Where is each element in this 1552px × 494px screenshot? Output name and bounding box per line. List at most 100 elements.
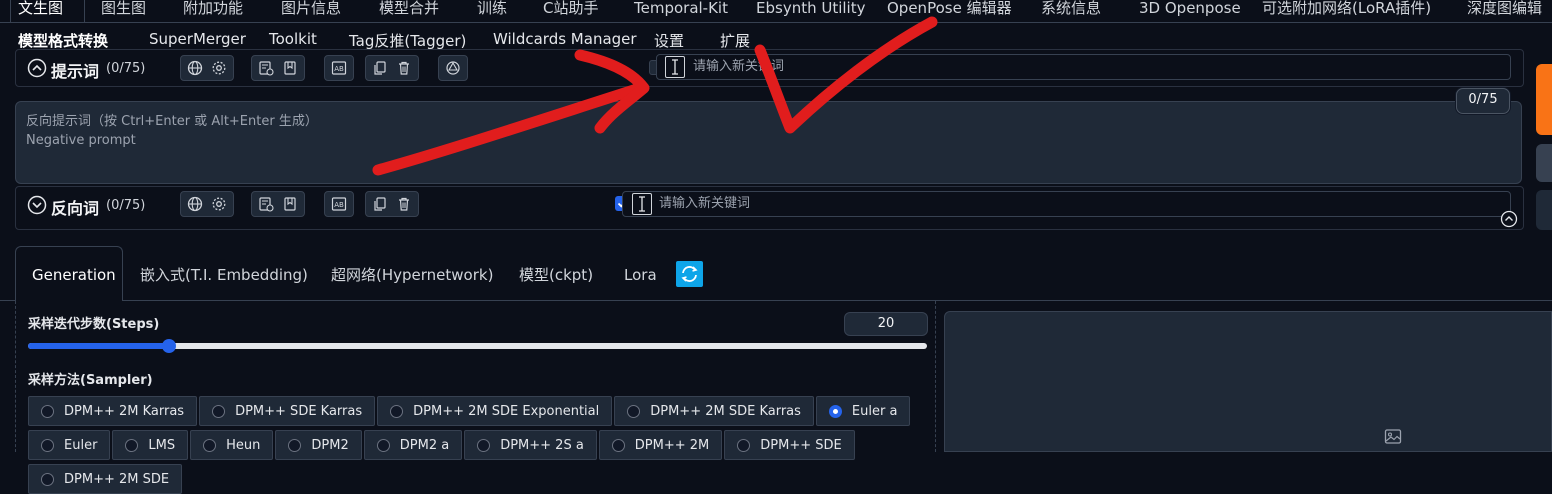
- chevron-up-icon: [27, 58, 47, 82]
- sampler-label: 采样方法(Sampler): [28, 373, 153, 388]
- sampler-option[interactable]: DPM++ 2M: [598, 430, 723, 460]
- tab-embedding[interactable]: 嵌入式(T.I. Embedding): [140, 262, 308, 288]
- tab-png-info[interactable]: 图片信息: [281, 0, 341, 22]
- negative-prompt-textarea[interactable]: 反向提示词（按 Ctrl+Enter 或 Alt+Enter 生成） Negat…: [15, 101, 1522, 184]
- sampler-option[interactable]: DPM++ 2S a: [464, 430, 597, 460]
- radio-icon[interactable]: [390, 404, 404, 418]
- bookmark-icon[interactable]: [282, 196, 298, 212]
- sampler-option[interactable]: DPM++ 2M SDE: [28, 464, 183, 494]
- radio-icon[interactable]: [737, 438, 751, 452]
- sampler-option[interactable]: DPM++ 2M Karras: [28, 396, 198, 426]
- tab-civitai-helper[interactable]: C站助手: [543, 0, 598, 22]
- tab-ebsynth-utility[interactable]: Ebsynth Utility: [756, 0, 865, 22]
- steps-value-input[interactable]: 20: [844, 312, 928, 336]
- tab-txt2img[interactable]: 文生图: [18, 0, 63, 22]
- radio-icon[interactable]: [41, 404, 54, 418]
- tab-img2img[interactable]: 图生图: [101, 0, 146, 22]
- openai-icon[interactable]: [445, 60, 461, 76]
- tab-hypernetwork[interactable]: 超网络(Hypernetwork): [331, 262, 493, 288]
- tab-train[interactable]: 训练: [477, 0, 507, 22]
- sampler-option[interactable]: Euler: [28, 430, 111, 460]
- steps-slider-thumb[interactable]: [162, 339, 177, 353]
- globe-icon[interactable]: [187, 60, 203, 76]
- tab-3d-openpose[interactable]: 3D Openpose: [1139, 0, 1241, 22]
- tab-supermerger[interactable]: SuperMerger: [149, 30, 246, 48]
- sampler-option-label: DPM2: [311, 437, 349, 453]
- radio-icon[interactable]: [41, 472, 54, 486]
- negative-token-counter: 0/75: [1456, 88, 1510, 114]
- prompt-header[interactable]: 提示词: [27, 58, 99, 82]
- sampler-option[interactable]: DPM2: [275, 430, 362, 460]
- side-action-button[interactable]: [1536, 144, 1552, 182]
- sampler-option[interactable]: Heun: [190, 430, 274, 460]
- tab-wildcards-manager[interactable]: Wildcards Manager: [493, 30, 637, 48]
- tab-settings[interactable]: 设置: [654, 30, 684, 51]
- copy-icon[interactable]: [372, 196, 388, 212]
- radio-icon[interactable]: [212, 404, 226, 418]
- radio-icon[interactable]: [611, 438, 625, 452]
- radio-icon[interactable]: [125, 438, 139, 452]
- translate-icon[interactable]: AB: [331, 60, 347, 76]
- radio-icon[interactable]: [627, 404, 641, 418]
- trash-icon[interactable]: [396, 196, 412, 212]
- tab-additional-networks[interactable]: 可选附加网络(LoRA插件): [1262, 0, 1431, 22]
- history-icon[interactable]: [258, 196, 274, 212]
- bookmark-icon[interactable]: [282, 60, 298, 76]
- sampler-option[interactable]: LMS: [112, 430, 189, 460]
- negative-header[interactable]: 反向词: [27, 195, 99, 219]
- steps-slider-fill: [28, 343, 170, 349]
- globe-icon[interactable]: [187, 196, 203, 212]
- sampler-option-label: Euler: [64, 437, 98, 453]
- sampler-option-label: DPM++ SDE Karras: [235, 403, 363, 419]
- radio-icon[interactable]: [828, 404, 842, 418]
- tab-tagger[interactable]: Tag反推(Tagger): [349, 30, 466, 51]
- tab-extras[interactable]: 附加功能: [183, 0, 243, 22]
- text-cursor-icon: [665, 56, 685, 78]
- sampler-option[interactable]: Euler a: [815, 396, 911, 426]
- generate-button[interactable]: [1536, 64, 1552, 135]
- sampler-option[interactable]: DPM++ SDE: [724, 430, 855, 460]
- radio-icon[interactable]: [477, 438, 491, 452]
- copy-icon[interactable]: [372, 60, 388, 76]
- steps-label: 采样迭代步数(Steps): [28, 317, 160, 332]
- side-action-button-2[interactable]: [1536, 190, 1552, 230]
- tab-openpose-editor[interactable]: OpenPose 编辑器: [887, 0, 1012, 22]
- negative-placeholder-line1: 反向提示词（按 Ctrl+Enter 或 Alt+Enter 生成）: [26, 114, 318, 129]
- translate-icon[interactable]: AB: [331, 196, 347, 212]
- tab-model-converter[interactable]: 模型格式转换: [18, 30, 108, 51]
- negative-tool-group-1: [180, 191, 234, 217]
- tab-temporal-kit[interactable]: Temporal-Kit: [634, 0, 728, 22]
- sampler-option[interactable]: DPM++ SDE Karras: [199, 396, 376, 426]
- gear-icon[interactable]: [211, 196, 227, 212]
- sampler-options: DPM++ 2M Karras DPM++ SDE Karras DPM++ 2M …: [28, 396, 928, 494]
- tab-lora[interactable]: Lora: [624, 262, 657, 288]
- prompt-keyword-input[interactable]: 请输入新关键词: [656, 54, 1511, 80]
- negative-keyword-input[interactable]: 请输入新关键词: [622, 191, 1511, 217]
- tab-checkpoint[interactable]: 模型(ckpt): [519, 262, 593, 288]
- tab-toolkit[interactable]: Toolkit: [269, 30, 317, 48]
- sampler-option[interactable]: DPM++ 2M SDE Exponential: [377, 396, 613, 426]
- radio-icon[interactable]: [203, 438, 217, 452]
- steps-slider-track[interactable]: [28, 339, 927, 353]
- prompt-tool-group-3: AB: [324, 55, 354, 81]
- history-icon[interactable]: [258, 60, 274, 76]
- radio-icon[interactable]: [41, 438, 54, 452]
- sampler-option[interactable]: DPM++ 2M SDE Karras: [614, 396, 814, 426]
- tab-checkpoint-merger[interactable]: 模型合并: [379, 0, 439, 22]
- sampler-option[interactable]: DPM2 a: [363, 430, 463, 460]
- gear-icon[interactable]: [211, 60, 227, 76]
- gen-tabs-divider: [0, 300, 1552, 301]
- tab-system-info[interactable]: 系统信息: [1041, 0, 1101, 22]
- tab-generation[interactable]: Generation: [32, 262, 116, 288]
- radio-icon[interactable]: [376, 438, 390, 452]
- radio-icon[interactable]: [288, 438, 302, 452]
- sampler-option-label: LMS: [148, 437, 176, 453]
- trash-icon[interactable]: [396, 60, 412, 76]
- prompt-tool-group-4: [365, 55, 419, 81]
- prompt-tool-group-2: [251, 55, 305, 81]
- tab-depth-editor[interactable]: 深度图编辑: [1467, 0, 1542, 22]
- tab-extensions[interactable]: 扩展: [720, 30, 750, 51]
- sampler-option-label: DPM++ 2M SDE Exponential: [413, 403, 600, 419]
- collapse-icon[interactable]: [1500, 210, 1518, 228]
- refresh-button[interactable]: [676, 261, 703, 287]
